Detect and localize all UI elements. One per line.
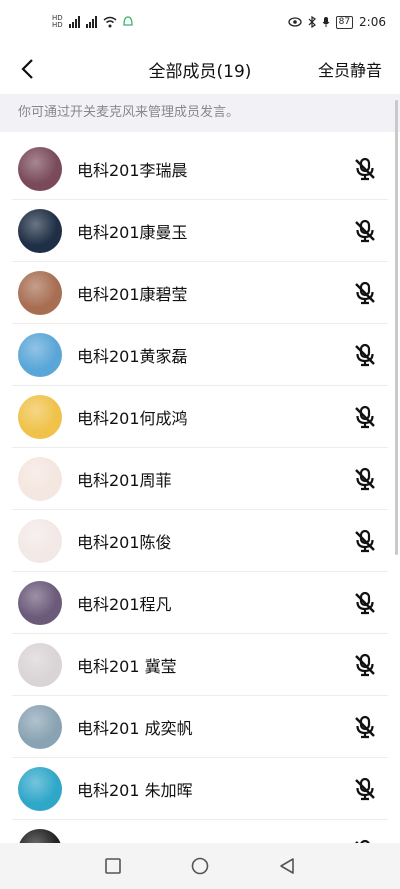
member-name: 电科201康碧莹 xyxy=(77,285,188,304)
hint-text: 你可通过开关麦克风来管理成员发言。 xyxy=(0,94,400,132)
mic-off-icon[interactable] xyxy=(352,404,378,430)
status-bar: HD HD 87 2:06 xyxy=(0,0,400,44)
mic-off-icon[interactable] xyxy=(352,528,378,554)
member-name: 电科201康曼玉 xyxy=(77,223,188,242)
bluetooth-icon xyxy=(308,16,316,28)
member-row[interactable]: 电科201程凡 xyxy=(0,572,400,634)
avatar xyxy=(18,147,62,191)
wifi-icon xyxy=(103,16,117,28)
avatar xyxy=(18,643,62,687)
member-name: 电科201黄家磊 xyxy=(77,347,188,366)
circle-icon xyxy=(191,857,209,875)
mic-off-icon[interactable] xyxy=(352,342,378,368)
mic-off-icon[interactable] xyxy=(352,466,378,492)
mute-all-button[interactable]: 全员静音 xyxy=(318,57,382,81)
member-row[interactable]: 电科201陈俊 xyxy=(0,510,400,572)
mic-off-icon[interactable] xyxy=(352,156,378,182)
mic-off-icon[interactable] xyxy=(352,714,378,740)
member-row[interactable]: 电科201康曼玉 xyxy=(0,200,400,262)
mic-off-icon[interactable] xyxy=(352,218,378,244)
member-row[interactable] xyxy=(0,820,400,843)
avatar xyxy=(18,767,62,811)
clock: 2:06 xyxy=(359,15,386,29)
avatar xyxy=(18,519,62,563)
member-row[interactable]: 电科201 朱加晖 xyxy=(0,758,400,820)
triangle-back-icon xyxy=(279,858,294,874)
member-row[interactable]: 电科201康碧莹 xyxy=(0,262,400,324)
avatar xyxy=(18,271,62,315)
status-right: 87 2:06 xyxy=(287,15,386,29)
mic-off-icon[interactable] xyxy=(352,280,378,306)
member-name: 电科201 成奕帆 xyxy=(77,719,193,738)
member-name: 电科201 冀莹 xyxy=(77,657,177,676)
battery-icon: 87 xyxy=(335,15,354,29)
avatar xyxy=(18,705,62,749)
avatar xyxy=(18,333,62,377)
signal-icon-2 xyxy=(85,16,97,28)
member-row[interactable]: 电科201 成奕帆 xyxy=(0,696,400,758)
member-row[interactable]: 电科201何成鸿 xyxy=(0,386,400,448)
recents-button[interactable] xyxy=(100,853,126,879)
mic-off-icon[interactable] xyxy=(352,776,378,802)
scrollbar[interactable] xyxy=(395,100,398,555)
member-name: 电科201 朱加晖 xyxy=(77,781,193,800)
member-name: 电科201李瑞晨 xyxy=(77,161,188,180)
member-row[interactable]: 电科201 冀莹 xyxy=(0,634,400,696)
avatar xyxy=(18,581,62,625)
home-button[interactable] xyxy=(187,853,213,879)
member-row[interactable]: 电科201黄家磊 xyxy=(0,324,400,386)
member-row[interactable]: 电科201李瑞晨 xyxy=(0,138,400,200)
member-row[interactable]: 电科201周菲 xyxy=(0,448,400,510)
avatar xyxy=(18,209,62,253)
eye-icon xyxy=(287,17,302,27)
member-name: 电科201陈俊 xyxy=(77,533,172,552)
header: 全部成员(19) 全员静音 xyxy=(0,44,400,94)
member-name: 电科201程凡 xyxy=(77,595,172,614)
member-name: 电科201何成鸿 xyxy=(77,409,188,428)
back-nav-button[interactable] xyxy=(274,853,300,879)
avatar xyxy=(18,829,62,843)
member-list: 电科201李瑞晨 电科201康曼玉 电科201康碧莹 电科201黄家磊 电科201何成鸿… xyxy=(0,138,400,843)
signal-icon xyxy=(68,16,80,28)
notification-icon xyxy=(123,16,133,26)
system-nav-bar xyxy=(0,843,400,889)
mic-status-icon xyxy=(322,17,329,27)
network-type-2: HD xyxy=(52,21,63,29)
avatar xyxy=(18,395,62,439)
square-icon xyxy=(105,858,122,874)
status-left: HD HD xyxy=(52,15,133,29)
network-type: HD HD xyxy=(52,15,63,29)
avatar xyxy=(18,457,62,501)
member-name: 电科201周菲 xyxy=(77,471,172,490)
mic-off-icon[interactable] xyxy=(352,590,378,616)
mic-off-icon[interactable] xyxy=(352,652,378,678)
